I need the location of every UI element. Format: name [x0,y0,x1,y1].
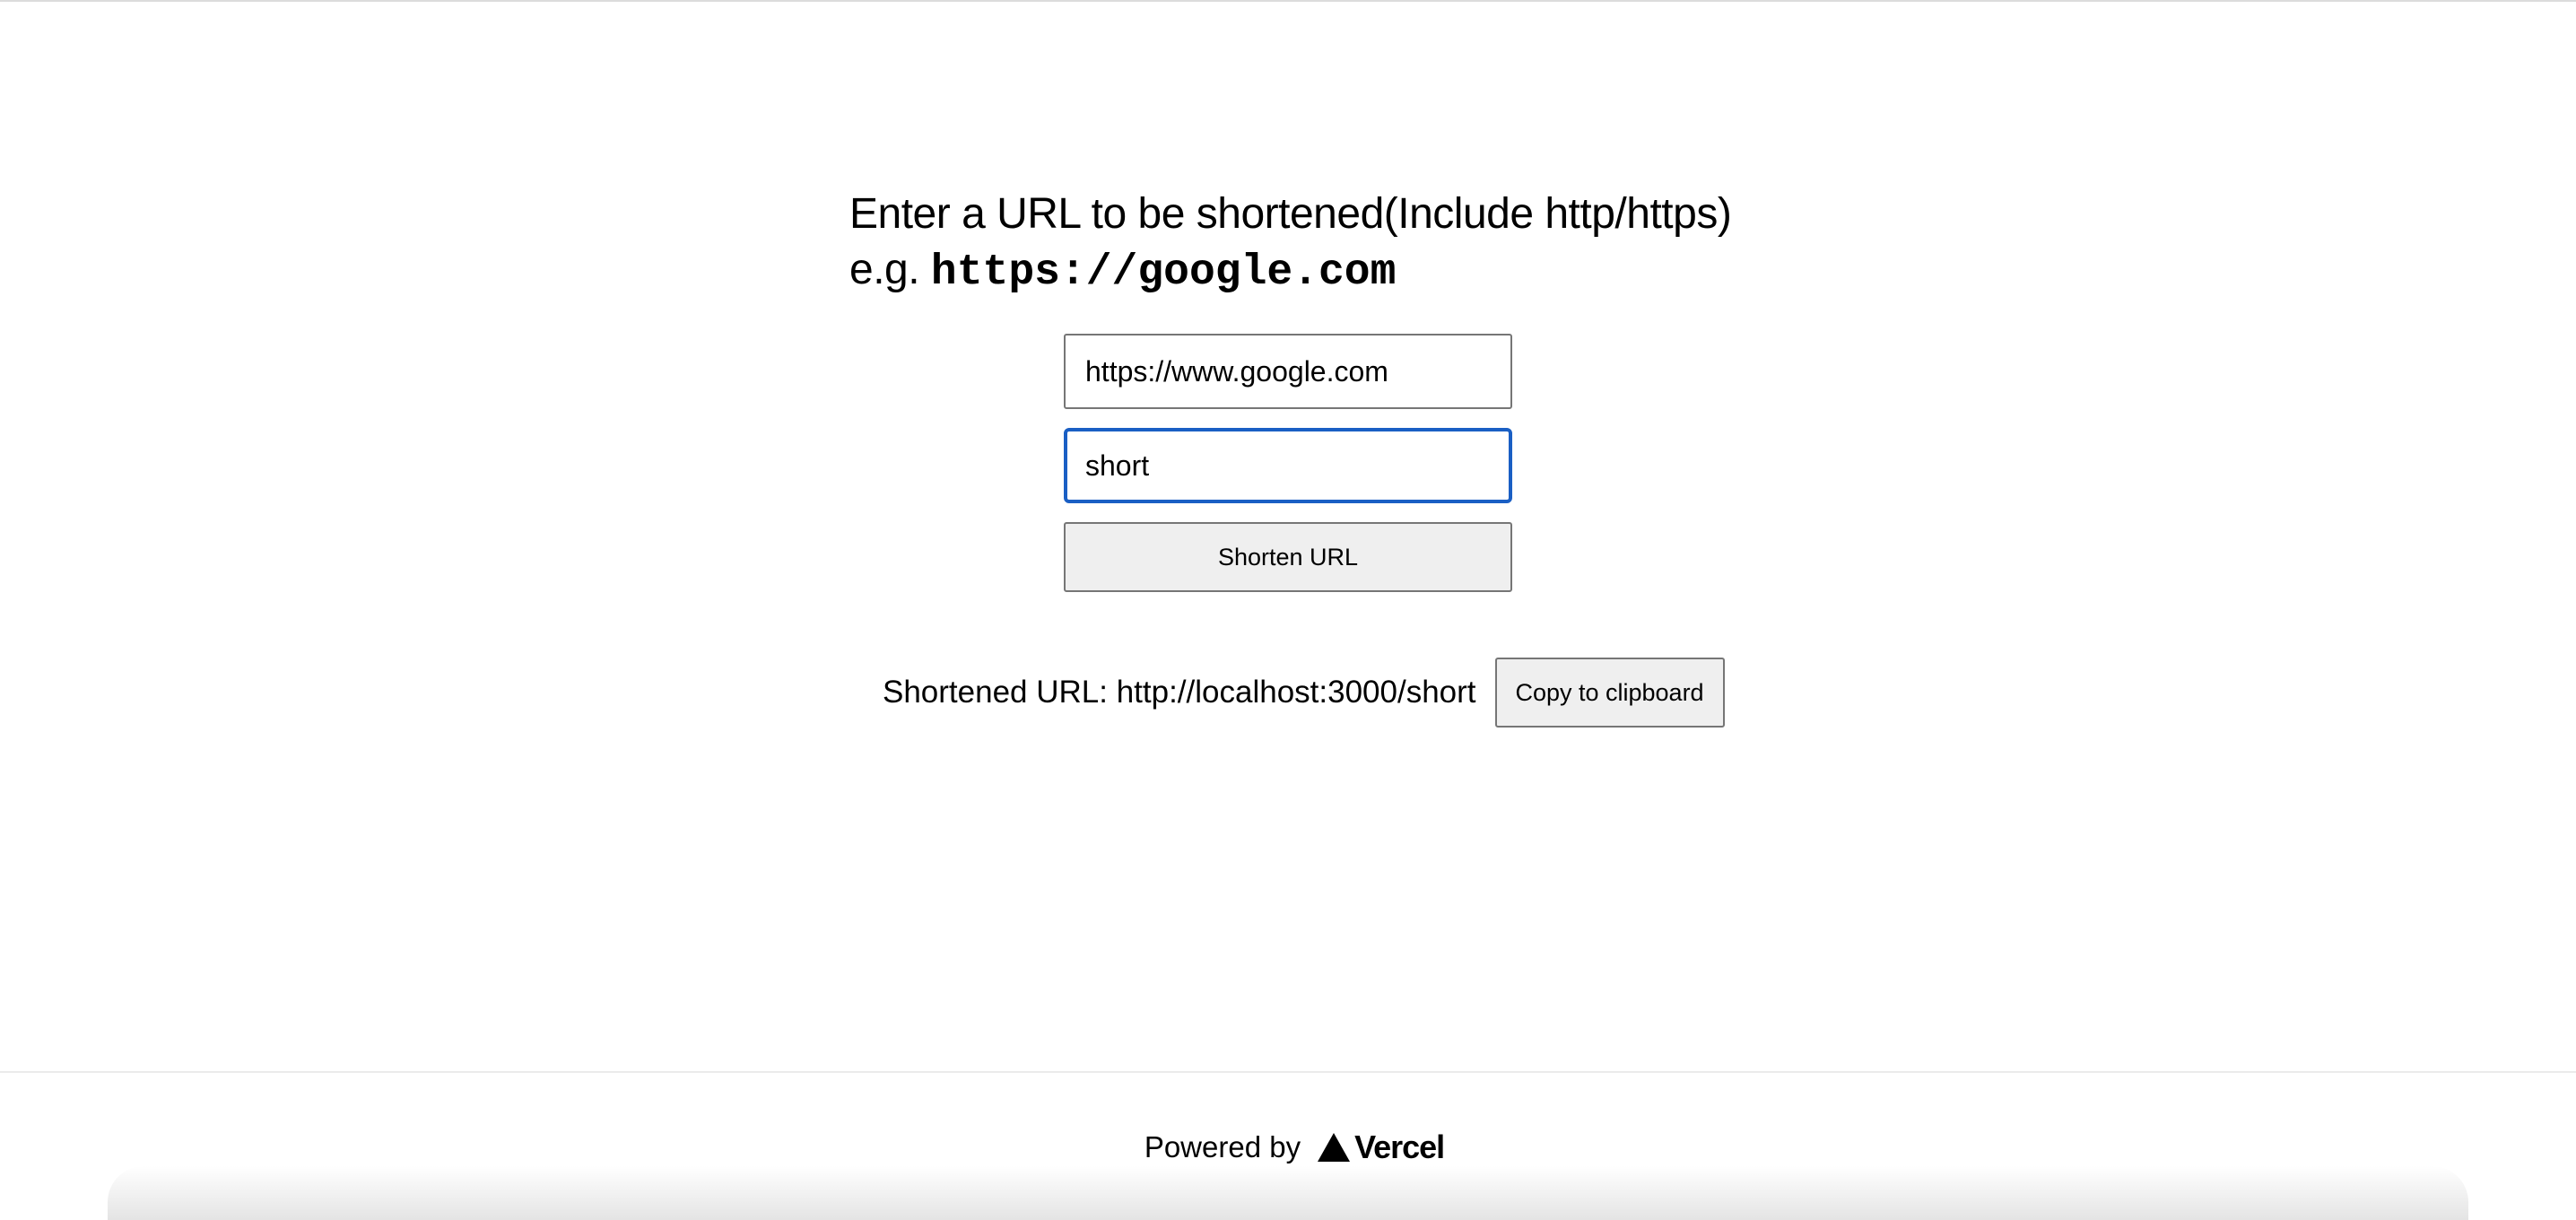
example-line: e.g. https://google.com [849,242,1731,301]
example-url: https://google.com [930,248,1397,297]
shortened-url-text: Shortened URL: http://localhost:3000/sho… [883,675,1476,710]
footer-divider [0,1071,2576,1073]
page-title: Enter a URL to be shortened(Include http… [849,187,1732,301]
alias-input[interactable] [1064,428,1512,503]
shortened-url-result: Shortened URL: http://localhost:3000/sho… [883,658,1725,728]
vercel-brand-name: Vercel [1354,1128,1445,1165]
vercel-triangle-icon [1318,1133,1351,1162]
url-input[interactable] [1064,334,1512,409]
bottom-shadow [108,1166,2468,1220]
example-prefix: e.g. [849,246,931,293]
top-divider [0,0,2576,2]
copy-to-clipboard-button[interactable]: Copy to clipboard [1494,658,1725,728]
instruction-text: Enter a URL to be shortened(Include http… [849,190,1732,238]
vercel-logo[interactable]: Vercel [1317,1128,1445,1166]
powered-by-text: Powered by [1144,1130,1301,1163]
shorten-url-button[interactable]: Shorten URL [1064,522,1512,592]
